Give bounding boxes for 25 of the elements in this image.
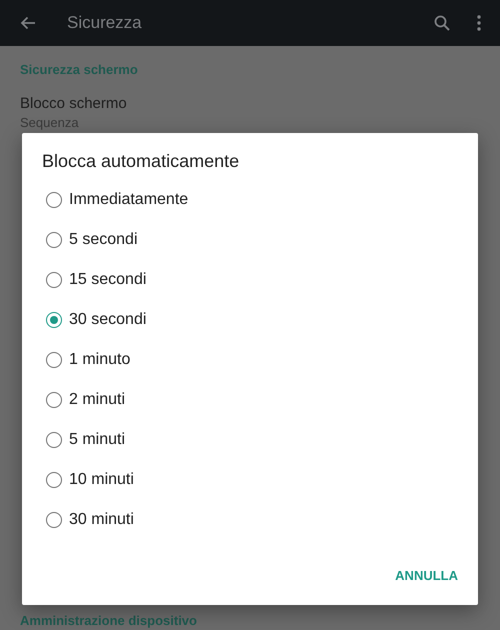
- option-label[interactable]: 30 secondi: [69, 311, 146, 329]
- dialog-title: Blocca automaticamente: [42, 151, 240, 172]
- radio-button[interactable]: [46, 472, 62, 488]
- radio-button[interactable]: [46, 512, 62, 528]
- option-label[interactable]: 15 secondi: [69, 271, 146, 289]
- screen-title: Sicurezza: [67, 13, 142, 33]
- option-label[interactable]: 1 minuto: [69, 351, 130, 369]
- option-label[interactable]: 5 secondi: [69, 231, 138, 249]
- option-label[interactable]: 5 minuti: [69, 431, 126, 449]
- radio-button[interactable]: [46, 232, 62, 248]
- radio-button[interactable]: [46, 432, 62, 448]
- option-label[interactable]: 2 minuti: [69, 391, 126, 409]
- option-label[interactable]: Immediatamente: [69, 191, 188, 209]
- radio-button[interactable]: [46, 272, 62, 288]
- section-header: Amministrazione dispositivo: [20, 613, 198, 628]
- radio-button[interactable]: [46, 312, 62, 328]
- radio-button[interactable]: [46, 392, 62, 408]
- section-header: Sicurezza schermo: [20, 62, 139, 77]
- more-options-icon[interactable]: [477, 15, 481, 31]
- radio-button[interactable]: [46, 352, 62, 368]
- back-arrow-icon[interactable]: [20, 16, 36, 30]
- option-label[interactable]: 30 minuti: [69, 511, 134, 529]
- search-icon[interactable]: [434, 15, 450, 31]
- option-label[interactable]: 10 minuti: [69, 471, 134, 489]
- radio-button[interactable]: [46, 192, 62, 208]
